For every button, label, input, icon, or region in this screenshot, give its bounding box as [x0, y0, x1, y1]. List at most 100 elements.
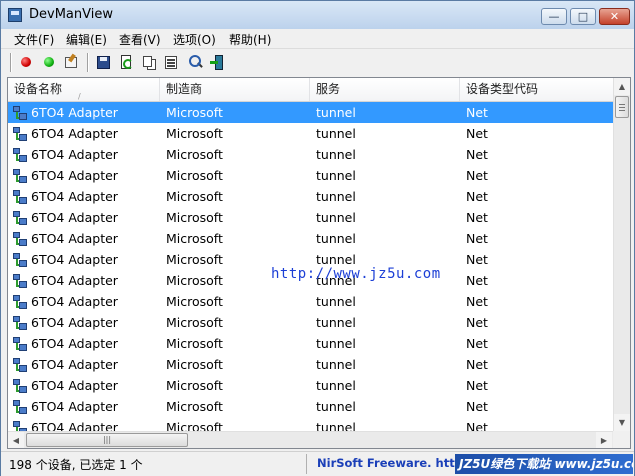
network-device-icon — [13, 148, 27, 162]
maximize-button[interactable]: □ — [570, 8, 596, 25]
cell-device-name: 6TO4 Adapter — [31, 147, 118, 162]
table-row[interactable]: 6TO4 Adapter Microsoft tunnel Net — [8, 123, 613, 144]
cell-device-name: 6TO4 Adapter — [31, 210, 118, 225]
cell-device-name: 6TO4 Adapter — [31, 168, 118, 183]
network-device-icon — [13, 253, 27, 267]
menu-edit[interactable]: 编辑(E) — [66, 31, 107, 48]
cell-device-name: 6TO4 Adapter — [31, 294, 118, 309]
column-device-name[interactable]: 设备名称 / — [8, 78, 160, 101]
cell-device-type: Net — [466, 294, 488, 309]
table-row[interactable]: 6TO4 Adapter Microsoft tunnel Net — [8, 375, 613, 396]
status-count: 198 个设备, 已选定 1 个 — [9, 458, 143, 472]
cell-device-type: Net — [466, 126, 488, 141]
watermark-url: http://www.jz5u.com — [271, 266, 441, 282]
scroll-down-button[interactable]: ▼ — [614, 414, 630, 431]
cell-service: tunnel — [316, 147, 356, 162]
scroll-right-button[interactable]: ▶ — [596, 432, 612, 448]
find-icon[interactable] — [187, 54, 204, 71]
cell-device-name: 6TO4 Adapter — [31, 273, 118, 288]
network-device-icon — [13, 316, 27, 330]
table-row[interactable]: 6TO4 Adapter Microsoft tunnel Net — [8, 312, 613, 333]
cell-device-name: 6TO4 Adapter — [31, 315, 118, 330]
title-bar[interactable]: DevManView — □ ✕ — [1, 1, 634, 29]
cell-service: tunnel — [316, 399, 356, 414]
column-device-type-code[interactable]: 设备类型代码 — [460, 78, 613, 101]
cell-service: tunnel — [316, 168, 356, 183]
site-logo-watermark: JZ5U绿色下载站 www.jz5u.com — [455, 454, 633, 474]
enable-device-icon[interactable] — [41, 54, 58, 71]
network-device-icon — [13, 169, 27, 183]
close-button[interactable]: ✕ — [599, 8, 630, 25]
properties-icon[interactable] — [63, 54, 80, 71]
network-device-icon — [13, 274, 27, 288]
vertical-scroll-thumb[interactable] — [615, 96, 629, 118]
list-header: 设备名称 / 制造商 服务 设备类型代码 — [8, 78, 613, 102]
table-row[interactable]: 6TO4 Adapter Microsoft tunnel Net — [8, 102, 613, 123]
table-row[interactable]: 6TO4 Adapter Microsoft tunnel Net — [8, 165, 613, 186]
cell-manufacturer: Microsoft — [166, 126, 223, 141]
network-device-icon — [13, 232, 27, 246]
column-service[interactable]: 服务 — [310, 78, 460, 101]
cell-device-name: 6TO4 Adapter — [31, 399, 118, 414]
network-device-icon — [13, 295, 27, 309]
network-device-icon — [13, 379, 27, 393]
network-device-icon — [13, 400, 27, 414]
table-row[interactable]: 6TO4 Adapter Microsoft tunnel Net — [8, 144, 613, 165]
cell-service: tunnel — [316, 105, 356, 120]
cell-manufacturer: Microsoft — [166, 252, 223, 267]
copy-icon[interactable] — [141, 54, 158, 71]
cell-service: tunnel — [316, 126, 356, 141]
table-row[interactable]: 6TO4 Adapter Microsoft tunnel Net — [8, 333, 613, 354]
table-row[interactable]: 6TO4 Adapter Microsoft tunnel Net — [8, 354, 613, 375]
menu-view[interactable]: 查看(V) — [119, 31, 161, 48]
cell-device-type: Net — [466, 420, 488, 432]
horizontal-scroll-thumb[interactable]: ||| — [26, 433, 188, 447]
scroll-left-button[interactable]: ◀ — [8, 432, 24, 448]
menu-options[interactable]: 选项(O) — [173, 31, 216, 48]
scroll-up-button[interactable]: ▲ — [614, 78, 630, 95]
cell-device-type: Net — [466, 357, 488, 372]
save-icon[interactable] — [95, 54, 112, 71]
cell-device-type: Net — [466, 336, 488, 351]
cell-device-name: 6TO4 Adapter — [31, 126, 118, 141]
vertical-scrollbar[interactable]: ▲ ▼ — [613, 78, 630, 431]
table-row[interactable]: 6TO4 Adapter Microsoft tunnel Net — [8, 396, 613, 417]
cell-device-type: Net — [466, 399, 488, 414]
cell-device-name: 6TO4 Adapter — [31, 231, 118, 246]
cell-device-type: Net — [466, 273, 488, 288]
cell-manufacturer: Microsoft — [166, 378, 223, 393]
toolbar-separator — [87, 53, 89, 72]
cell-device-name: 6TO4 Adapter — [31, 189, 118, 204]
disable-device-icon[interactable] — [18, 54, 35, 71]
cell-device-type: Net — [466, 105, 488, 120]
menu-help[interactable]: 帮助(H) — [229, 31, 271, 48]
cell-device-name: 6TO4 Adapter — [31, 252, 118, 267]
refresh-icon[interactable] — [118, 54, 135, 71]
toolbar-separator — [10, 53, 12, 72]
table-row[interactable]: 6TO4 Adapter Microsoft tunnel Net — [8, 207, 613, 228]
cell-manufacturer: Microsoft — [166, 189, 223, 204]
cell-manufacturer: Microsoft — [166, 399, 223, 414]
table-row[interactable]: 6TO4 Adapter Microsoft tunnel Net — [8, 291, 613, 312]
cell-service: tunnel — [316, 294, 356, 309]
cell-device-name: 6TO4 Adapter — [31, 420, 118, 432]
table-row[interactable]: 6TO4 Adapter Microsoft tunnel Net — [8, 186, 613, 207]
toolbar — [1, 48, 634, 76]
status-separator — [306, 454, 307, 474]
exit-icon[interactable] — [209, 54, 226, 71]
device-list[interactable]: 设备名称 / 制造商 服务 设备类型代码 6TO4 Adapter Microso… — [7, 77, 631, 449]
cell-manufacturer: Microsoft — [166, 420, 223, 432]
network-device-icon — [13, 337, 27, 351]
cell-manufacturer: Microsoft — [166, 336, 223, 351]
menu-file[interactable]: 文件(F) — [14, 31, 54, 48]
horizontal-scrollbar[interactable]: ◀ ||| ▶ — [8, 431, 613, 448]
table-row[interactable]: 6TO4 Adapter Microsoft tunnel Net — [8, 228, 613, 249]
cell-device-name: 6TO4 Adapter — [31, 336, 118, 351]
cell-service: tunnel — [316, 378, 356, 393]
column-manufacturer[interactable]: 制造商 — [160, 78, 310, 101]
table-row[interactable]: 6TO4 Adapter Microsoft tunnel Net — [8, 417, 613, 432]
html-report-icon[interactable] — [163, 54, 180, 71]
network-device-icon — [13, 127, 27, 141]
cell-manufacturer: Microsoft — [166, 315, 223, 330]
minimize-button[interactable]: — — [541, 8, 567, 25]
